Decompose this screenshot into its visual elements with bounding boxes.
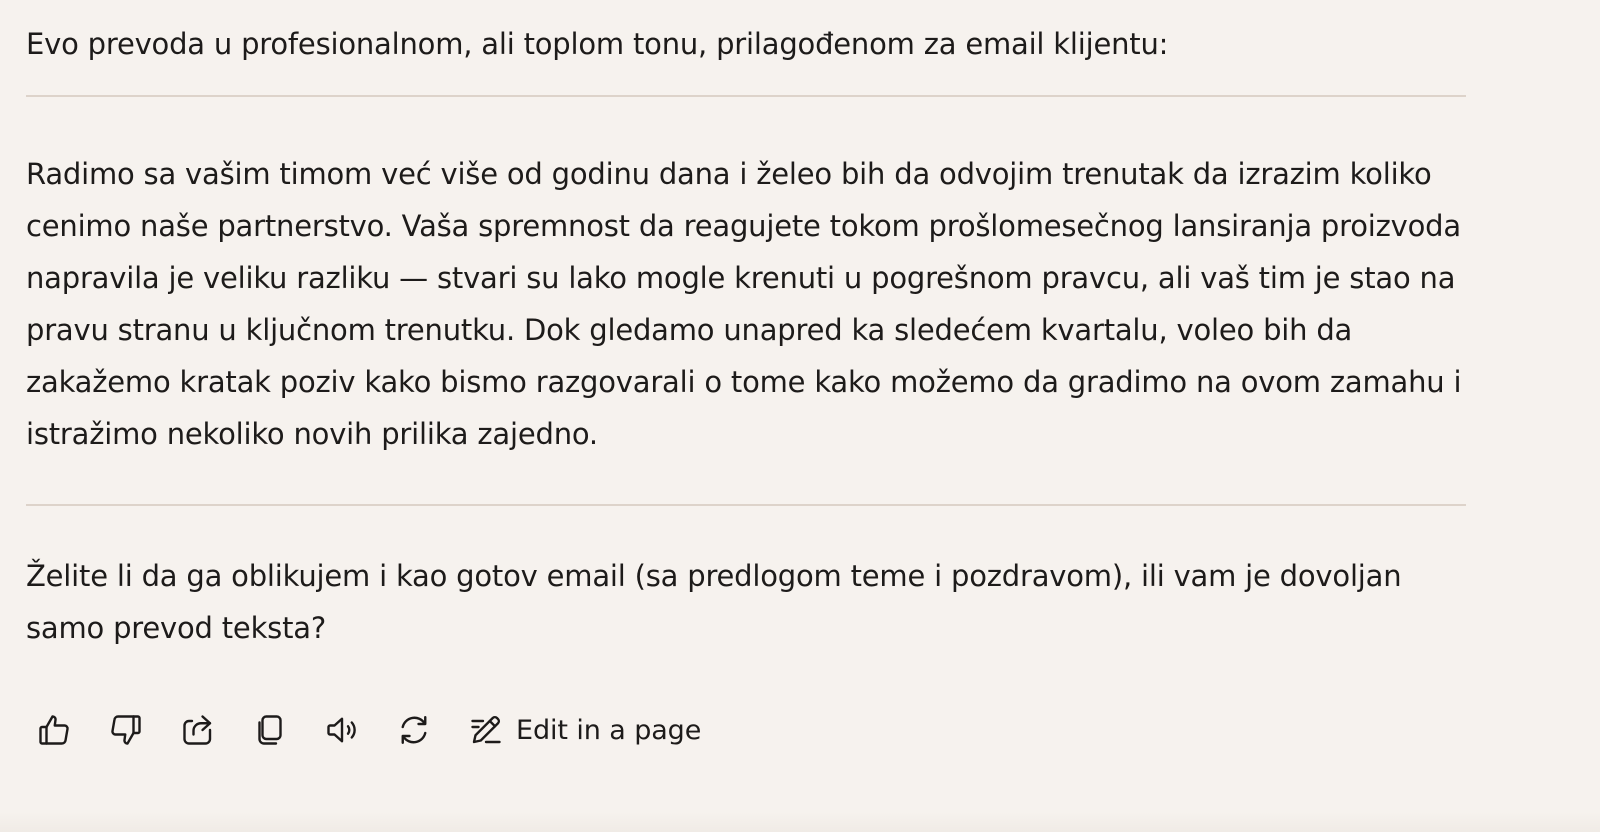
edit-in-page-button[interactable]: Edit in a page bbox=[458, 702, 709, 758]
thumbs-down-icon bbox=[111, 715, 141, 745]
regenerate-icon bbox=[401, 716, 427, 744]
copy-icon bbox=[258, 715, 282, 745]
divider-top bbox=[26, 95, 1466, 97]
share-icon bbox=[183, 715, 212, 745]
follow-up-question: Želite li da ga oblikujem i kao gotov em… bbox=[26, 559, 1402, 645]
bottom-fade bbox=[0, 812, 1600, 832]
translated-text: Radimo sa vašim timom već više od godinu… bbox=[26, 157, 1462, 451]
read-aloud-button[interactable] bbox=[314, 702, 370, 758]
thumbs-down-button[interactable] bbox=[98, 702, 154, 758]
message-intro: Evo prevoda u profesionalnom, ali toplom… bbox=[26, 27, 1169, 61]
copy-button[interactable] bbox=[242, 702, 298, 758]
share-button[interactable] bbox=[170, 702, 226, 758]
thumbs-up-icon bbox=[39, 715, 69, 745]
regenerate-button[interactable] bbox=[386, 702, 442, 758]
edit-pen-icon bbox=[458, 702, 514, 758]
assistant-message: Evo prevoda u profesionalnom, ali toplom… bbox=[26, 0, 1466, 654]
thumbs-up-button[interactable] bbox=[26, 702, 82, 758]
speaker-icon bbox=[327, 717, 356, 743]
edit-in-page-label: Edit in a page bbox=[516, 714, 702, 746]
message-actions-toolbar: Edit in a page bbox=[26, 702, 709, 758]
divider-bottom bbox=[26, 504, 1466, 506]
